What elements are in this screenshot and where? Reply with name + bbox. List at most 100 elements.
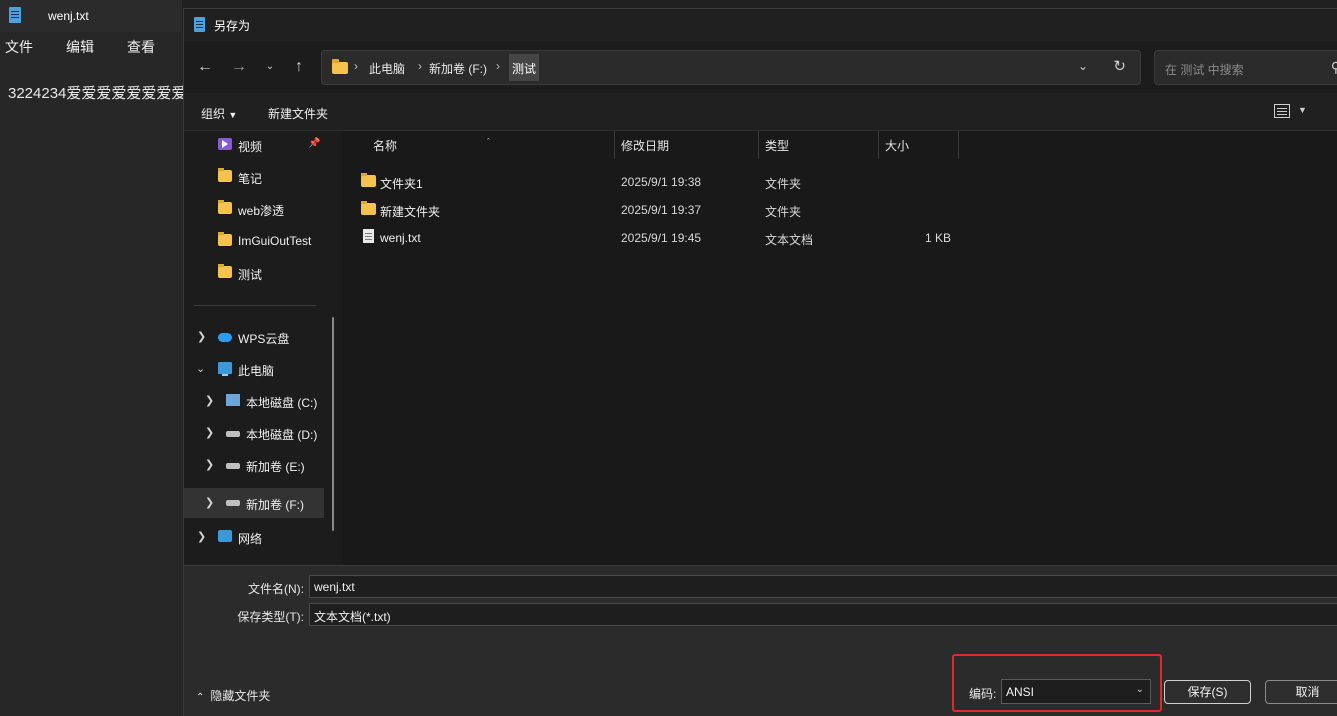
file-list: 名称 ˆ 修改日期 类型 大小 文件夹1 2025/9/1 19:38 文件夹 … [342, 131, 1337, 565]
drive-icon [226, 431, 240, 437]
folder-icon [218, 200, 232, 214]
sidebar-item-imgui[interactable]: ImGuiOutTest [184, 227, 324, 255]
menu-view[interactable]: 查看 [127, 32, 155, 62]
file-type: 文本文档 [765, 233, 814, 247]
chevron-down-icon[interactable]: ⌄ [1078, 59, 1088, 73]
sidebar-item-videos[interactable]: 视频 📌 [184, 131, 324, 159]
sidebar-item-drive-f[interactable]: ❯ 新加卷 (F:) [184, 488, 324, 518]
breadcrumb-drive-f[interactable]: 新加卷 (F:) [429, 60, 487, 77]
encoding-select[interactable]: ANSI ⌄ [1001, 679, 1151, 704]
notepad-tab[interactable]: wenj.txt [0, 0, 182, 32]
sidebar-item-drive-e[interactable]: ❯ 新加卷 (E:) [184, 451, 324, 479]
breadcrumb-current[interactable]: 测试 [509, 54, 540, 81]
filetype-select[interactable]: 文本文档(*.txt) [309, 603, 1337, 626]
search-box[interactable]: 在 测试 中搜索 ⚲ [1154, 50, 1337, 85]
search-icon[interactable]: ⚲ [1331, 59, 1337, 76]
sidebar-item-label: 此电脑 [238, 364, 275, 378]
dialog-title: 另存为 [214, 19, 251, 33]
breadcrumb-this-pc[interactable]: 此电脑 [369, 60, 405, 77]
sidebar-item-wps-cloud[interactable]: ❯ WPS云盘 [184, 323, 324, 351]
recent-locations-chevron-icon[interactable]: ⌄ [258, 55, 282, 79]
chevron-right-icon[interactable]: › [496, 59, 500, 73]
new-folder-button[interactable]: 新建文件夹 [268, 105, 328, 122]
file-date: 2025/9/1 19:37 [621, 203, 702, 217]
column-header-date[interactable]: 修改日期 [615, 131, 758, 159]
sidebar-item-label: web渗透 [238, 204, 285, 218]
save-button[interactable]: 保存(S) [1164, 680, 1251, 704]
chevron-right-icon[interactable]: › [418, 59, 422, 73]
forward-arrow-icon[interactable]: → [227, 55, 251, 79]
file-row[interactable]: 文件夹1 2025/9/1 19:38 文件夹 [342, 168, 1337, 196]
drive-c-icon [226, 394, 240, 406]
chevron-right-icon[interactable]: ❯ [205, 426, 214, 439]
chevron-right-icon[interactable]: ❯ [205, 394, 214, 407]
sidebar-item-label: WPS云盘 [238, 332, 290, 346]
file-type: 文件夹 [765, 177, 802, 191]
sidebar-item-network[interactable]: ❯ 网络 [184, 523, 324, 551]
sidebar-item-this-pc[interactable]: ⌄ 此电脑 [184, 355, 324, 383]
search-placeholder: 在 测试 中搜索 [1165, 63, 1244, 77]
navigation-bar: ← → ⌄ ↑ › 此电脑 › 新加卷 (F:) › 测试 ⌄ ↻ 在 测试 中… [184, 41, 1337, 93]
file-row[interactable]: 新建文件夹 2025/9/1 19:37 文件夹 [342, 196, 1337, 224]
chevron-right-icon: › [354, 59, 358, 73]
menu-file[interactable]: 文件 [5, 32, 33, 62]
sidebar-item-label: 笔记 [238, 172, 263, 186]
navigation-pane: 视频 📌 笔记 web渗透 ImGuiOutTest 测试 ❯ WPS云盘 ⌄ [184, 131, 342, 565]
file-size: 1 KB [924, 231, 951, 245]
notepad-content[interactable]: 3224234爱爱爱爱爱爱爱爱爱 [8, 82, 183, 103]
menu-edit[interactable]: 编辑 [66, 32, 94, 62]
sidebar-item-notes[interactable]: 笔记 [184, 163, 324, 191]
notepad-icon [9, 7, 21, 23]
filename-input[interactable]: wenj.txt [309, 575, 1337, 598]
address-bar[interactable]: › 此电脑 › 新加卷 (F:) › 测试 ⌄ ↻ [321, 50, 1141, 85]
column-header-name[interactable]: 名称 ˆ [342, 131, 614, 159]
chevron-right-icon[interactable]: ❯ [205, 496, 214, 509]
file-name: wenj.txt [380, 231, 421, 245]
pc-icon [218, 362, 232, 376]
refresh-icon[interactable]: ↻ [1113, 57, 1126, 75]
organize-label: 组织 [201, 107, 226, 121]
sidebar-item-web[interactable]: web渗透 [184, 195, 324, 223]
encoding-value: ANSI [1006, 685, 1035, 699]
caret-down-icon[interactable]: ▼ [1298, 105, 1307, 115]
chevron-right-icon[interactable]: ❯ [205, 458, 214, 471]
folder-icon [218, 232, 232, 246]
file-row[interactable]: wenj.txt 2025/9/1 19:45 文本文档 1 KB [342, 224, 1337, 252]
chevron-right-icon[interactable]: ❯ [197, 530, 206, 543]
sidebar-item-label: 测试 [238, 268, 263, 282]
back-arrow-icon[interactable]: ← [193, 55, 217, 79]
chevron-right-icon[interactable]: ❯ [197, 330, 206, 343]
folder-icon [218, 168, 232, 182]
pin-icon[interactable]: 📌 [308, 138, 320, 149]
chevron-down-icon[interactable]: ⌄ [196, 362, 205, 375]
file-name: 文件夹1 [380, 177, 423, 191]
sort-ascending-icon: ˆ [487, 137, 490, 147]
sidebar-divider [194, 305, 316, 306]
file-name: 新建文件夹 [380, 205, 441, 219]
sidebar-item-label: 新加卷 (E:) [246, 460, 305, 474]
organize-button[interactable]: 组织 ▼ [201, 105, 237, 122]
folder-icon [218, 264, 232, 278]
up-arrow-icon[interactable]: ↑ [287, 55, 311, 79]
cancel-button[interactable]: 取消 [1265, 680, 1337, 704]
sidebar-item-label: 本地磁盘 (C:) [246, 396, 318, 410]
filename-label: 文件名(N): [248, 582, 304, 596]
folder-icon [332, 59, 348, 74]
sidebar-item-label: 新加卷 (F:) [246, 498, 304, 512]
column-size-label: 大小 [885, 139, 910, 153]
column-divider[interactable] [958, 131, 959, 159]
text-file-icon [363, 229, 374, 243]
sidebar-item-drive-d[interactable]: ❯ 本地磁盘 (D:) [184, 419, 324, 447]
encoding-label: 编码: [969, 687, 997, 701]
sidebar-item-test[interactable]: 测试 [184, 259, 324, 287]
chevron-up-icon: ⌃ [196, 692, 205, 703]
notepad-menubar: 文件 编辑 查看 [0, 32, 183, 62]
sidebar-scrollbar[interactable] [332, 317, 334, 531]
network-icon [218, 530, 232, 542]
hide-folders-toggle[interactable]: ⌃ 隐藏文件夹 [196, 687, 270, 704]
column-header-type[interactable]: 类型 [759, 131, 878, 159]
folder-icon [361, 201, 376, 215]
column-header-size[interactable]: 大小 [879, 131, 958, 159]
sidebar-item-drive-c[interactable]: ❯ 本地磁盘 (C:) [184, 387, 324, 415]
view-options-icon[interactable] [1274, 104, 1290, 118]
